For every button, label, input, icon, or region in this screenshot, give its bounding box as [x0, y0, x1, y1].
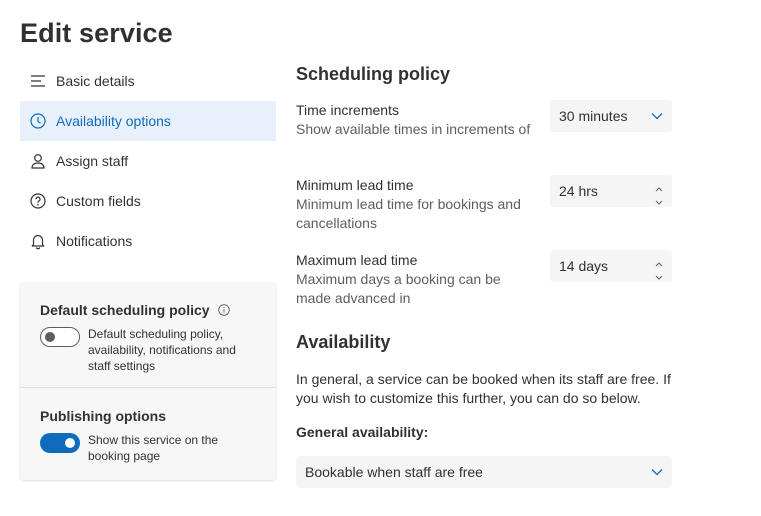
min-lead-label: Minimum lead time: [296, 177, 414, 193]
default-policy-toggle[interactable]: [40, 327, 80, 347]
time-increments-description: Show available times in increments of: [296, 121, 531, 137]
nav-item-label: Custom fields: [56, 193, 141, 209]
max-lead-spinbutton[interactable]: 14 days: [550, 250, 672, 282]
min-lead-value: 24 hrs: [559, 183, 598, 199]
person-icon: [28, 151, 48, 171]
clock-icon: [28, 111, 48, 131]
max-lead-label: Maximum lead time: [296, 252, 418, 268]
max-lead-value: 14 days: [559, 258, 609, 274]
toggle-knob: [65, 438, 75, 448]
policy-card: Default scheduling policy Default schedu…: [20, 282, 276, 480]
bell-icon: [28, 231, 48, 251]
publishing-title: Publishing options: [40, 408, 166, 424]
nav-item-availability-options[interactable]: Availability options: [20, 101, 276, 141]
availability-description: In general, a service can be booked when…: [296, 371, 671, 406]
question-circle-icon: [28, 191, 48, 211]
default-policy-section: Default scheduling policy Default schedu…: [20, 282, 276, 388]
publishing-description: Show this service on the booking page: [88, 433, 219, 463]
time-increments-dropdown[interactable]: 30 minutes: [550, 100, 672, 132]
scheduling-policy-title: Scheduling policy: [296, 64, 451, 84]
nav-item-label: Assign staff: [56, 153, 129, 169]
nav-item-custom-fields[interactable]: Custom fields: [20, 181, 276, 221]
chevron-up-icon[interactable]: [654, 255, 664, 267]
availability-title: Availability: [296, 332, 391, 352]
chevron-down-icon[interactable]: [654, 194, 664, 205]
min-lead-spinbutton[interactable]: 24 hrs: [550, 175, 672, 207]
publishing-row: Show this service on the booking page: [40, 433, 256, 464]
nav-item-label: Availability options: [56, 113, 171, 129]
min-lead-spinner: [654, 180, 664, 205]
chevron-down-icon[interactable]: [654, 269, 664, 280]
nav-item-notifications[interactable]: Notifications: [20, 221, 276, 261]
lines-icon: [28, 71, 48, 91]
general-availability-dropdown[interactable]: Bookable when staff are free: [296, 456, 672, 488]
chevron-up-icon[interactable]: [654, 180, 664, 192]
default-policy-title: Default scheduling policy: [40, 302, 210, 318]
max-lead-description: Maximum days a booking can be made advan…: [296, 271, 501, 306]
nav-item-label: Basic details: [56, 73, 135, 89]
publishing-toggle[interactable]: [40, 433, 80, 453]
nav-item-basic-details[interactable]: Basic details: [20, 61, 276, 101]
general-availability-label: General availability:: [296, 424, 429, 440]
nav-item-assign-staff[interactable]: Assign staff: [20, 141, 276, 181]
default-policy-heading: Default scheduling policy: [40, 302, 256, 318]
default-policy-description: Default scheduling policy, availability,…: [88, 327, 236, 373]
max-lead-spinner: [654, 255, 664, 280]
nav-item-label: Notifications: [56, 233, 133, 249]
chevron-down-icon: [651, 113, 663, 120]
time-increments-value: 30 minutes: [559, 108, 628, 124]
publishing-section: Publishing options Show this service on …: [20, 388, 276, 464]
time-increments-label: Time increments: [296, 102, 399, 118]
page-title: Edit service: [20, 18, 173, 48]
chevron-down-icon: [651, 469, 663, 476]
general-availability-value: Bookable when staff are free: [305, 464, 483, 480]
info-icon[interactable]: [217, 304, 230, 316]
default-policy-row: Default scheduling policy, availability,…: [40, 327, 256, 374]
min-lead-description: Minimum lead time for bookings and cance…: [296, 196, 521, 231]
toggle-knob: [45, 332, 55, 342]
side-nav: Basic details Availability options Assig…: [20, 61, 276, 261]
